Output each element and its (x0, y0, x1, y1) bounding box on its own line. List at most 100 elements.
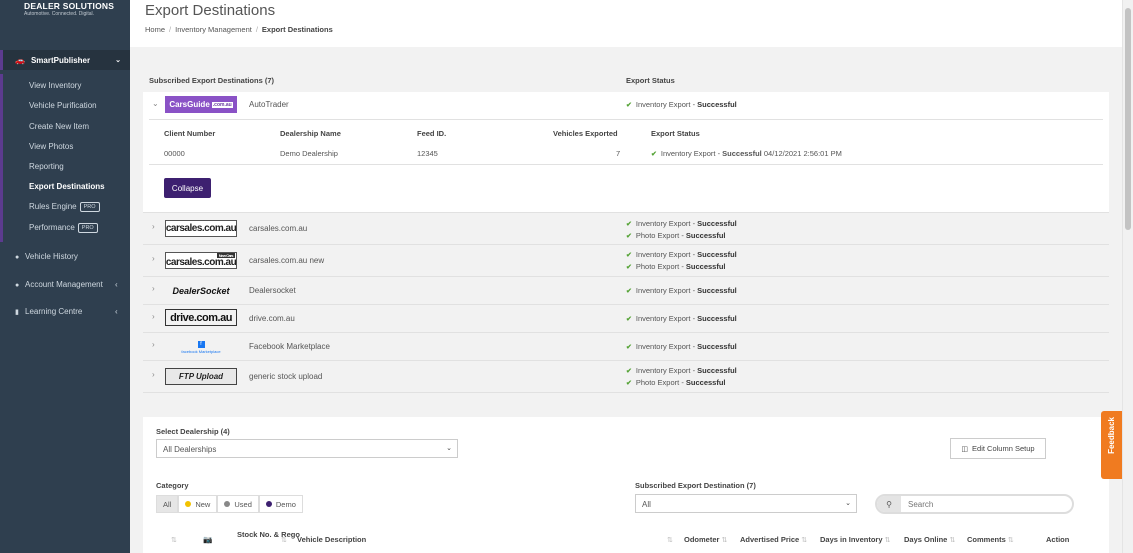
sort-icon[interactable]: ⇅ (281, 535, 287, 545)
sidebar-item-label: Performance (29, 223, 75, 232)
sidebar-item-label: View Inventory (29, 81, 82, 90)
chevron-right-icon[interactable]: › (152, 222, 155, 231)
chevron-right-icon[interactable]: › (152, 312, 155, 321)
scrollbar-thumb[interactable] (1125, 8, 1131, 230)
column-label: Vehicle Description (297, 535, 367, 544)
category-label: All (163, 499, 172, 509)
sort-icon: ⇅ (1007, 537, 1014, 544)
columns-icon: ◫ (961, 445, 969, 453)
chevron-right-icon[interactable]: › (152, 340, 155, 349)
logo-text: FTP Upload (178, 372, 224, 381)
column-advertised-price[interactable]: Advertised Price ⇅ (740, 535, 807, 545)
destination-row-dealersocket[interactable]: › DealerSocket Dealersocket ✔ Inventory E… (143, 278, 1109, 304)
destination-name: carsales.com.au (249, 224, 308, 233)
edit-column-setup-button[interactable]: ◫ Edit Column Setup (950, 438, 1046, 459)
status-type: Inventory Export (635, 286, 691, 295)
feedback-tab[interactable]: Feedback (1101, 411, 1123, 479)
search-input[interactable] (901, 499, 1051, 509)
column-vehicle-description[interactable]: Vehicle Description (297, 535, 366, 544)
status-result: Successful (685, 378, 726, 387)
ftp-upload-logo: FTP Upload (165, 368, 237, 385)
column-label: Days in Inventory (820, 535, 883, 544)
destination-row-facebook[interactable]: › f facebook Marketplace Facebook Marketp… (143, 334, 1109, 360)
column-label: Stock No. & Rego (237, 530, 300, 539)
brand-logo[interactable]: DEALER SOLUTIONS Automotive. Connected. … (0, 0, 130, 44)
detail-header-dealership-name: Dealership Name (280, 129, 341, 138)
chevron-right-icon[interactable]: › (152, 284, 155, 293)
search-icon[interactable]: ⚲ (877, 496, 901, 512)
sort-icon[interactable]: ⇅ (171, 535, 177, 545)
sidebar-item-label: Vehicle History (25, 252, 78, 261)
detail-header-feed-id: Feed ID. (417, 129, 447, 138)
collapse-button[interactable]: Collapse (164, 178, 211, 198)
sidebar-item-account-management[interactable]: ● Account Management ‹ (15, 280, 118, 289)
dealership-label: Select Dealership (4) (156, 427, 230, 436)
destination-select[interactable]: All ⌄ (635, 494, 857, 513)
brand-name: DEALER SOLUTIONS (24, 1, 115, 11)
dealership-select[interactable]: All Dealerships ⌄ (156, 439, 458, 458)
category-label: Category (156, 481, 189, 490)
destination-row-ftp[interactable]: › FTP Upload generic stock upload ✔ Inven… (143, 362, 1109, 392)
category-label: Used (234, 499, 252, 509)
category-used[interactable]: Used (217, 495, 259, 513)
destination-row-drive[interactable]: › drive.com.au drive.com.au ✔ Inventory E… (143, 306, 1109, 332)
sidebar-item-label: Create New Item (29, 122, 90, 131)
column-odometer[interactable]: Odometer ⇅ (684, 535, 727, 545)
destination-row-autotrader: ⌄ CarsGuide .com.au AutoTrader ✔ Inventory… (143, 92, 1109, 212)
nav-smartpublisher-label: SmartPublisher (30, 55, 91, 65)
divider (143, 244, 1109, 245)
chevron-down-icon[interactable]: ⌄ (152, 99, 159, 108)
logo-text: carsales.com.au (165, 257, 237, 268)
page-header: Export Destinations Home / Inventory Manag… (130, 0, 1122, 47)
category-demo[interactable]: Demo (258, 495, 303, 513)
chevron-down-icon: ⌄ (115, 57, 121, 64)
export-status: ✔ Inventory Export - Successful ✔ Photo Ex… (626, 218, 737, 242)
category-new[interactable]: New (178, 495, 218, 513)
column-stock-rego[interactable]: Stock No. & Rego (237, 530, 300, 539)
export-status: ✔ Inventory Export - Successful (626, 286, 737, 295)
sidebar-item-label: Vehicle Purification (29, 101, 97, 110)
column-days-in-inventory[interactable]: Days in Inventory ⇅ (820, 535, 891, 545)
chevron-down-icon: ⌄ (845, 500, 851, 507)
sidebar-item-performance[interactable]: Performance PRO (29, 223, 98, 233)
column-label: Action (1046, 535, 1070, 544)
breadcrumb-separator: / (169, 25, 172, 34)
column-days-online[interactable]: Days Online ⇅ (904, 535, 955, 545)
logo-text: CarsGuide (169, 100, 210, 109)
sidebar-item-vehicle-purification[interactable]: Vehicle Purification (29, 101, 97, 110)
sidebar-item-learning-centre[interactable]: ▮ Learning Centre ‹ (15, 307, 118, 316)
breadcrumb: Home / Inventory Management / Export Destina… (145, 25, 333, 34)
sidebar-item-label: Learning Centre (25, 307, 83, 316)
export-status: ✔ Inventory Export - Successful ✔ Photo Ex… (626, 249, 737, 273)
page-scrollbar[interactable] (1122, 0, 1133, 553)
destination-name: generic stock upload (249, 372, 323, 381)
category-label: Demo (275, 499, 296, 509)
breadcrumb-inventory-management[interactable]: Inventory Management (175, 25, 252, 34)
export-status-header: Export Status (626, 76, 675, 85)
sidebar-item-vehicle-history[interactable]: ● Vehicle History (15, 252, 78, 261)
breadcrumb-current: Export Destinations (261, 25, 333, 34)
nav-smartpublisher[interactable]: 🚗 SmartPublisher ⌄ (0, 50, 130, 70)
sidebar-item-view-inventory[interactable]: View Inventory (29, 81, 81, 90)
category-all[interactable]: All (156, 495, 179, 513)
sidebar-item-rules-engine[interactable]: Rules Engine PRO (29, 202, 100, 212)
chevron-right-icon[interactable]: › (152, 370, 155, 379)
destination-row-carsales[interactable]: › carsales.com.au carsales.com.au ✔ Inven… (143, 214, 1109, 244)
column-comments[interactable]: Comments ⇅ (967, 535, 1014, 545)
divider (143, 304, 1109, 305)
dealership-select-value: All Dealerships (163, 445, 217, 454)
sidebar-item-export-destinations[interactable]: Export Destinations (29, 182, 105, 191)
sort-icon[interactable]: ⇅ (667, 535, 673, 545)
sidebar-item-create-new-item[interactable]: Create New Item (29, 122, 89, 131)
brand-tagline: Automotive. Connected. Digital. (24, 11, 95, 17)
sidebar-item-view-photos[interactable]: View Photos (29, 142, 73, 151)
destination-name: carsales.com.au new (249, 256, 325, 265)
breadcrumb-home[interactable]: Home (145, 25, 165, 34)
status-type: Inventory Export (635, 342, 691, 351)
smartpublisher-subnav: View Inventory Vehicle Purification Crea… (0, 74, 130, 242)
status-result: Successful (685, 262, 726, 271)
status-type: Inventory Export (635, 219, 691, 228)
chevron-right-icon[interactable]: › (152, 254, 155, 263)
destination-row-carsales-new[interactable]: › New Cars carsales.com.au carsales.com.a… (143, 246, 1109, 276)
sidebar-item-reporting[interactable]: Reporting (29, 162, 64, 171)
